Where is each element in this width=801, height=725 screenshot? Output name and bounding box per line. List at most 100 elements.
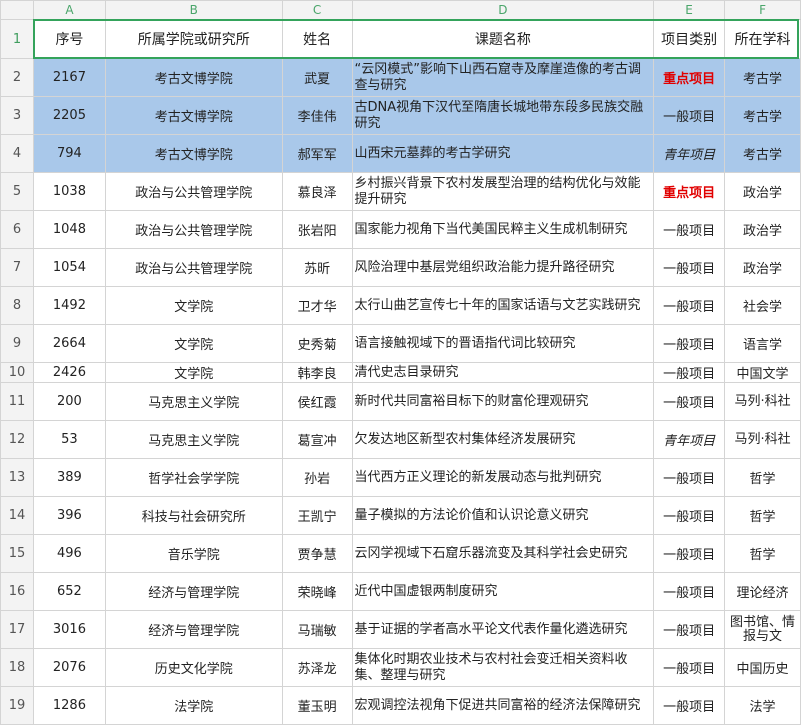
cell-name[interactable]: 荣晓峰 [281,572,353,611]
cell-subject[interactable]: 图书馆、情报与文 [724,610,801,649]
cell-name[interactable]: 张岩阳 [281,210,353,249]
cell-type[interactable]: 一般项目 [653,286,726,325]
cell-type[interactable]: 一般项目 [653,686,726,725]
cell-no[interactable]: 2205 [32,96,106,135]
cell-school[interactable]: 音乐学院 [104,534,283,573]
cell-title[interactable]: “云冈模式”影响下山西石窟寺及摩崖造像的考古调查与研究 [351,58,655,97]
row-header[interactable]: 14 [0,496,34,535]
row-header[interactable]: 5 [0,172,34,211]
column-header-b[interactable]: B [104,0,283,20]
cell-subject[interactable]: 社会学 [724,286,801,325]
cell-name[interactable]: 李佳伟 [281,96,353,135]
row-header[interactable]: 10 [0,362,34,383]
column-header-c[interactable]: C [281,0,353,20]
row-header[interactable]: 6 [0,210,34,249]
cell-subject[interactable]: 马列·科社 [724,420,801,459]
cell-name[interactable]: 郝军军 [281,134,353,173]
cell-name[interactable]: 贾争慧 [281,534,353,573]
cell-type[interactable]: 一般项目 [653,96,726,135]
column-header-f[interactable]: F [724,0,801,20]
cell-no[interactable]: 1492 [32,286,106,325]
cell-school[interactable]: 政治与公共管理学院 [104,210,283,249]
cell-type[interactable]: 一般项目 [653,324,726,363]
cell-type[interactable]: 一般项目 [653,248,726,287]
cell-type[interactable]: 青年项目 [653,420,726,459]
row-header[interactable]: 19 [0,686,34,725]
cell-name[interactable]: 史秀菊 [281,324,353,363]
header-cell-name[interactable]: 姓名 [281,19,353,59]
cell-no[interactable]: 200 [32,382,106,421]
cell-subject[interactable]: 哲学 [724,496,801,535]
column-header-a[interactable]: A [32,0,106,20]
cell-type[interactable]: 一般项目 [653,496,726,535]
row-header[interactable]: 2 [0,58,34,97]
cell-no[interactable]: 496 [32,534,106,573]
cell-name[interactable]: 马瑞敏 [281,610,353,649]
cell-type[interactable]: 重点项目 [653,172,726,211]
cell-school[interactable]: 经济与管理学院 [104,610,283,649]
column-header-d[interactable]: D [351,0,655,20]
cell-school[interactable]: 马克思主义学院 [104,420,283,459]
cell-no[interactable]: 1286 [32,686,106,725]
cell-no[interactable]: 1048 [32,210,106,249]
cell-school[interactable]: 文学院 [104,324,283,363]
cell-type[interactable]: 一般项目 [653,458,726,497]
cell-no[interactable]: 396 [32,496,106,535]
cell-school[interactable]: 法学院 [104,686,283,725]
cell-title[interactable]: 语言接触视域下的晋语指代词比较研究 [351,324,655,363]
cell-type[interactable]: 一般项目 [653,362,726,383]
cell-type[interactable]: 一般项目 [653,648,726,687]
cell-subject[interactable]: 哲学 [724,534,801,573]
cell-no[interactable]: 2664 [32,324,106,363]
cell-name[interactable]: 董玉明 [281,686,353,725]
cell-name[interactable]: 慕良泽 [281,172,353,211]
cell-no[interactable]: 2076 [32,648,106,687]
cell-name[interactable]: 孙岩 [281,458,353,497]
cell-school[interactable]: 文学院 [104,362,283,383]
cell-name[interactable]: 韩李良 [281,362,353,383]
cell-school[interactable]: 哲学社会学学院 [104,458,283,497]
cell-subject[interactable]: 政治学 [724,172,801,211]
cell-name[interactable]: 侯红霞 [281,382,353,421]
row-header[interactable]: 18 [0,648,34,687]
cell-no[interactable]: 794 [32,134,106,173]
row-header[interactable]: 11 [0,382,34,421]
row-header[interactable]: 9 [0,324,34,363]
cell-school[interactable]: 考古文博学院 [104,58,283,97]
cell-school[interactable]: 经济与管理学院 [104,572,283,611]
cell-title[interactable]: 太行山曲艺宣传七十年的国家话语与文艺实践研究 [351,286,655,325]
row-header[interactable]: 12 [0,420,34,459]
cell-title[interactable]: 山西宋元墓葬的考古学研究 [351,134,655,173]
cell-subject[interactable]: 哲学 [724,458,801,497]
header-cell-school[interactable]: 所属学院或研究所 [104,19,283,59]
cell-school[interactable]: 历史文化学院 [104,648,283,687]
cell-type[interactable]: 一般项目 [653,382,726,421]
cell-no[interactable]: 389 [32,458,106,497]
cell-no[interactable]: 652 [32,572,106,611]
row-header[interactable]: 8 [0,286,34,325]
cell-name[interactable]: 王凯宁 [281,496,353,535]
header-cell-no[interactable]: 序号 [32,19,106,59]
cell-subject[interactable]: 政治学 [724,210,801,249]
cell-school[interactable]: 科技与社会研究所 [104,496,283,535]
row-header[interactable]: 7 [0,248,34,287]
cell-no[interactable]: 1038 [32,172,106,211]
cell-title[interactable]: 近代中国虚银两制度研究 [351,572,655,611]
cell-subject[interactable]: 中国文学 [724,362,801,383]
header-cell-title[interactable]: 课题名称 [351,19,655,59]
cell-type[interactable]: 一般项目 [653,534,726,573]
header-cell-subject[interactable]: 所在学科 [724,19,801,59]
row-header[interactable]: 15 [0,534,34,573]
cell-name[interactable]: 苏泽龙 [281,648,353,687]
cell-title[interactable]: 清代史志目录研究 [351,362,655,383]
row-header[interactable]: 13 [0,458,34,497]
cell-title[interactable]: 新时代共同富裕目标下的财富伦理观研究 [351,382,655,421]
cell-title[interactable]: 集体化时期农业技术与农村社会变迁相关资料收集、整理与研究 [351,648,655,687]
column-header-e[interactable]: E [653,0,726,20]
cell-subject[interactable]: 马列·科社 [724,382,801,421]
cell-school[interactable]: 考古文博学院 [104,96,283,135]
cell-subject[interactable]: 考古学 [724,96,801,135]
cell-type[interactable]: 重点项目 [653,58,726,97]
cell-subject[interactable]: 语言学 [724,324,801,363]
cell-title[interactable]: 乡村振兴背景下农村发展型治理的结构优化与效能提升研究 [351,172,655,211]
